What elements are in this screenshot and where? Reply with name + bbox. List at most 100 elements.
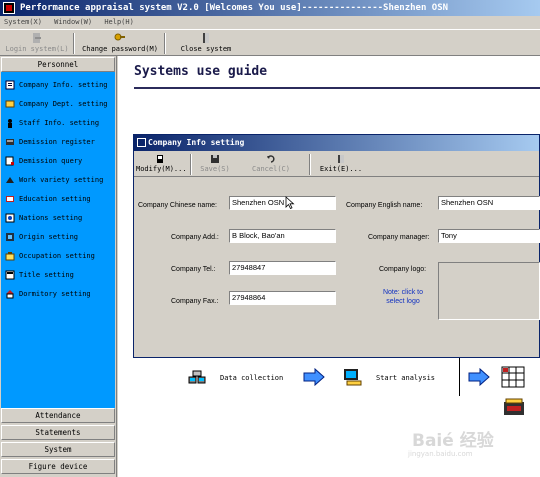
nations-icon	[5, 213, 15, 223]
save-icon	[211, 155, 219, 163]
toolbar-separator	[190, 154, 192, 175]
nav-list-personnel: Company Info. setting Company Dept. sett…	[1, 72, 115, 409]
nav-item-label: Occupation setting	[19, 252, 95, 260]
main-toolbar: Login system(L) Change password(M) Close…	[0, 29, 540, 56]
nav-item-label: Dormitory setting	[19, 290, 91, 298]
dormitory-icon	[6, 290, 14, 299]
login-system-button[interactable]: Login system(L)	[4, 32, 70, 55]
arrow-right-icon	[468, 368, 490, 386]
guide-title: Systems use guide	[134, 64, 268, 79]
cancel-label: Cancel(C)	[252, 165, 290, 173]
occupation-icon	[5, 252, 15, 261]
origin-icon	[6, 233, 14, 241]
english-name-label: Company English name:	[346, 202, 423, 209]
exit-icon	[338, 155, 344, 163]
query-icon	[5, 156, 14, 166]
nav-item-label: Company Dept. setting	[19, 100, 108, 108]
save-label: Save(S)	[200, 165, 230, 173]
company-info-dialog: Company Info setting Modify(M)... Save(S…	[133, 134, 540, 358]
english-name-field[interactable]: Shenzhen OSN	[438, 196, 540, 210]
nav-group-personnel[interactable]: Personnel	[1, 57, 115, 72]
modify-button[interactable]: Modify(M)...	[136, 154, 187, 177]
exit-door-icon	[203, 33, 209, 43]
nav-item-label: Staff Info. setting	[19, 119, 100, 127]
nav-item-label: Company Info. setting	[19, 81, 108, 89]
nav-item-dormitory[interactable]: Dormitory setting	[3, 286, 115, 302]
nav-item-label: Demission register	[19, 138, 95, 146]
address-field[interactable]: B Block, Bao'an	[229, 229, 336, 243]
change-password-label: Change password(M)	[82, 45, 158, 53]
fax-label: Company Fax.:	[171, 298, 219, 305]
logo-label: Company logo:	[379, 266, 427, 273]
address-label: Company Add.:	[171, 234, 219, 241]
data-collection-icon[interactable]	[188, 369, 206, 387]
nav-item-company-info[interactable]: Company Info. setting	[3, 77, 115, 93]
guide-divider	[134, 87, 540, 89]
nav-group-attendance[interactable]: Attendance	[1, 408, 115, 423]
login-icon	[33, 33, 41, 43]
key-icon	[114, 33, 125, 41]
nav-item-label: Nations setting	[19, 214, 83, 222]
nav-item-demission-register[interactable]: Demission register	[3, 134, 115, 150]
nav-item-label: Title setting	[19, 271, 74, 279]
register-icon	[6, 139, 14, 145]
nav-item-label: Origin setting	[19, 233, 79, 241]
data-collection-link[interactable]: Data collection	[220, 374, 283, 382]
menu-window[interactable]: Window(W)	[54, 18, 92, 26]
nav-item-title[interactable]: Title setting	[3, 267, 115, 283]
tel-field[interactable]: 27948847	[229, 261, 336, 275]
nav-item-company-dept[interactable]: Company Dept. setting	[3, 96, 115, 112]
menu-system[interactable]: System(X)	[4, 18, 42, 26]
nav-item-nations[interactable]: Nations setting	[3, 210, 115, 226]
nav-item-origin[interactable]: Origin setting	[3, 229, 115, 245]
change-password-button[interactable]: Change password(M)	[80, 32, 160, 55]
close-system-button[interactable]: Close system	[174, 32, 238, 55]
exit-label: Exit(E)...	[319, 165, 363, 173]
watermark-sub: jingyan.baidu.com	[408, 450, 473, 458]
nav-group-statements[interactable]: Statements	[1, 425, 115, 440]
fax-field[interactable]: 27948864	[229, 291, 336, 305]
chinese-name-label: Company Chinese name:	[138, 202, 217, 209]
cancel-icon	[267, 155, 275, 163]
modify-label: Modify(M)...	[136, 165, 187, 173]
chinese-name-field[interactable]: Shenzhen OSN	[229, 196, 336, 210]
menu-help[interactable]: Help(H)	[104, 18, 134, 26]
start-analysis-icon[interactable]	[343, 368, 363, 386]
report-table-icon[interactable]	[501, 366, 525, 388]
close-system-label: Close system	[180, 45, 232, 53]
title-icon	[5, 270, 15, 280]
toolbar-separator	[309, 154, 311, 175]
modify-icon	[157, 155, 163, 163]
company-logo-box[interactable]	[438, 262, 540, 320]
app-icon	[3, 2, 15, 14]
window-titlebar: Performance appraisal system V2.0 [Welco…	[0, 0, 540, 16]
dialog-titlebar[interactable]: Company Info setting	[134, 135, 539, 151]
nav-group-figure-device[interactable]: Figure device	[1, 459, 115, 474]
nav-item-demission-query[interactable]: Demission query	[3, 153, 115, 169]
dialog-app-icon	[137, 138, 146, 147]
manager-label: Company manager:	[368, 234, 430, 241]
cancel-button[interactable]: Cancel(C)	[250, 154, 292, 177]
dialog-body: Company Chinese name: Shenzhen OSN Compa…	[134, 178, 540, 358]
nav-item-education[interactable]: Education setting	[3, 191, 115, 207]
nav-item-label: Work variety setting	[19, 176, 104, 184]
arrow-right-icon	[303, 368, 325, 386]
login-system-label: Login system(L)	[5, 45, 69, 53]
vertical-divider	[459, 356, 460, 396]
exit-button[interactable]: Exit(E)...	[318, 154, 364, 177]
menubar: System(X) Window(W) Help(H)	[0, 16, 540, 29]
toolbar-separator	[164, 33, 166, 54]
manager-field[interactable]: Tony	[438, 229, 540, 243]
dialog-title: Company Info setting	[148, 138, 245, 147]
dialog-toolbar: Modify(M)... Save(S) Cancel(C) Exit(E)..…	[134, 151, 539, 177]
nav-item-occupation[interactable]: Occupation setting	[3, 248, 115, 264]
company-info-icon	[5, 80, 15, 90]
nav-item-staff-info[interactable]: Staff Info. setting	[3, 115, 115, 131]
logo-note[interactable]: Note: click to select logo	[378, 288, 428, 306]
chart-device-icon[interactable]	[503, 398, 525, 416]
save-button[interactable]: Save(S)	[198, 154, 232, 177]
nav-group-system[interactable]: System	[1, 442, 115, 457]
start-analysis-link[interactable]: Start analysis	[376, 374, 435, 382]
left-navigation: Personnel Company Info. setting Company …	[0, 56, 117, 477]
nav-item-work-variety[interactable]: Work variety setting	[3, 172, 115, 188]
